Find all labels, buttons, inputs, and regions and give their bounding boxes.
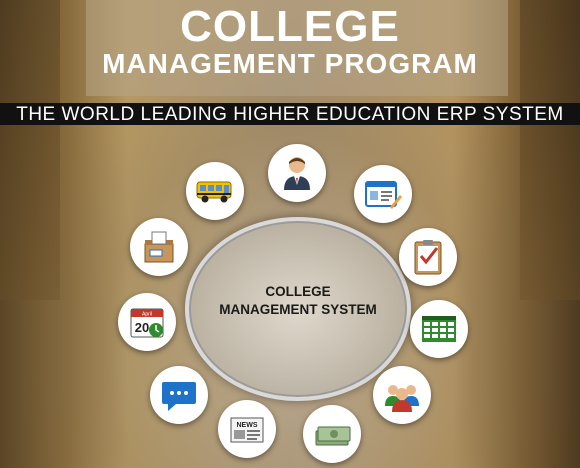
module-events[interactable]: April 20 — [118, 293, 176, 351]
calendar-day: 20 — [135, 320, 149, 335]
calendar-icon: April 20 — [130, 308, 164, 338]
module-examination[interactable] — [130, 218, 188, 276]
id-card-icon — [365, 181, 402, 209]
teacher-icon — [284, 157, 310, 190]
module-timetable[interactable] — [410, 300, 468, 358]
money-icon — [315, 426, 351, 446]
page-subtitle: MANAGEMENT PROGRAM — [102, 48, 478, 79]
center-label-line1: COLLEGE — [265, 284, 331, 299]
chat-icon — [162, 382, 196, 411]
tagline-bar: THE WORLD LEADING HIGHER EDUCATION ERP S… — [0, 103, 580, 125]
school-bus-icon — [196, 181, 232, 203]
news-icon: NEWS — [230, 417, 264, 443]
module-news[interactable]: NEWS — [218, 400, 276, 458]
ballot-box-icon — [144, 231, 174, 263]
module-staff[interactable] — [268, 144, 326, 202]
module-communication[interactable] — [150, 366, 208, 424]
center-label-line2: MANAGEMENT SYSTEM — [219, 302, 377, 317]
calendar-month: April — [142, 312, 152, 318]
news-label: NEWS — [237, 422, 258, 429]
group-icon — [385, 385, 419, 412]
module-admission[interactable] — [354, 165, 412, 223]
center-label: COLLEGE MANAGEMENT SYSTEM — [185, 283, 411, 319]
timetable-icon — [422, 316, 456, 342]
page-title: COLLEGE — [180, 2, 400, 51]
checklist-icon — [414, 240, 442, 275]
module-fees[interactable] — [303, 405, 361, 463]
module-attendance[interactable] — [399, 228, 457, 286]
module-students[interactable] — [373, 366, 431, 424]
tagline-text: THE WORLD LEADING HIGHER EDUCATION ERP S… — [16, 104, 564, 125]
module-transport[interactable] — [186, 162, 244, 220]
